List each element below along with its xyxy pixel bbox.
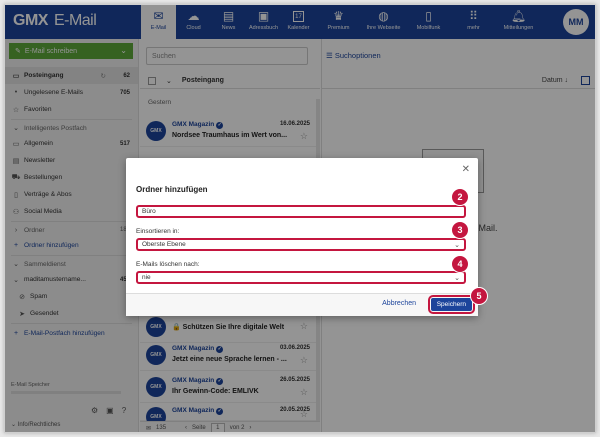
add-folder-dialog: ✕ Ordner hinzufügen Büro Einsortieren in… bbox=[126, 158, 478, 316]
step-badge: 5 bbox=[470, 287, 488, 305]
step-badge: 4 bbox=[451, 255, 469, 273]
select-value: nie bbox=[142, 274, 151, 281]
select-value: Oberste Ebene bbox=[142, 241, 186, 248]
step-badge: 3 bbox=[451, 221, 469, 239]
dialog-footer: Abbrechen Speichern bbox=[126, 293, 478, 316]
step-badge: 2 bbox=[451, 188, 469, 206]
dialog-title: Ordner hinzufügen bbox=[136, 185, 208, 194]
browser-frame: GMX E-Mail ✉ E-Mail ☁ Cloud ▤ News ▣ Adre… bbox=[4, 4, 596, 433]
close-icon[interactable]: ✕ bbox=[462, 164, 470, 175]
folder-name-input[interactable]: Büro bbox=[136, 205, 466, 218]
delete-after-label: E-Mails löschen nach: bbox=[136, 261, 200, 268]
delete-after-select[interactable]: nie ⌄ bbox=[136, 271, 466, 284]
chevron-down-icon: ⌄ bbox=[454, 275, 460, 282]
sort-into-select[interactable]: Oberste Ebene ⌄ bbox=[136, 238, 466, 251]
sort-into-label: Einsortieren in: bbox=[136, 228, 180, 235]
cancel-button[interactable]: Abbrechen bbox=[382, 300, 416, 307]
save-button[interactable]: Speichern bbox=[427, 295, 476, 314]
chevron-down-icon: ⌄ bbox=[454, 242, 460, 249]
